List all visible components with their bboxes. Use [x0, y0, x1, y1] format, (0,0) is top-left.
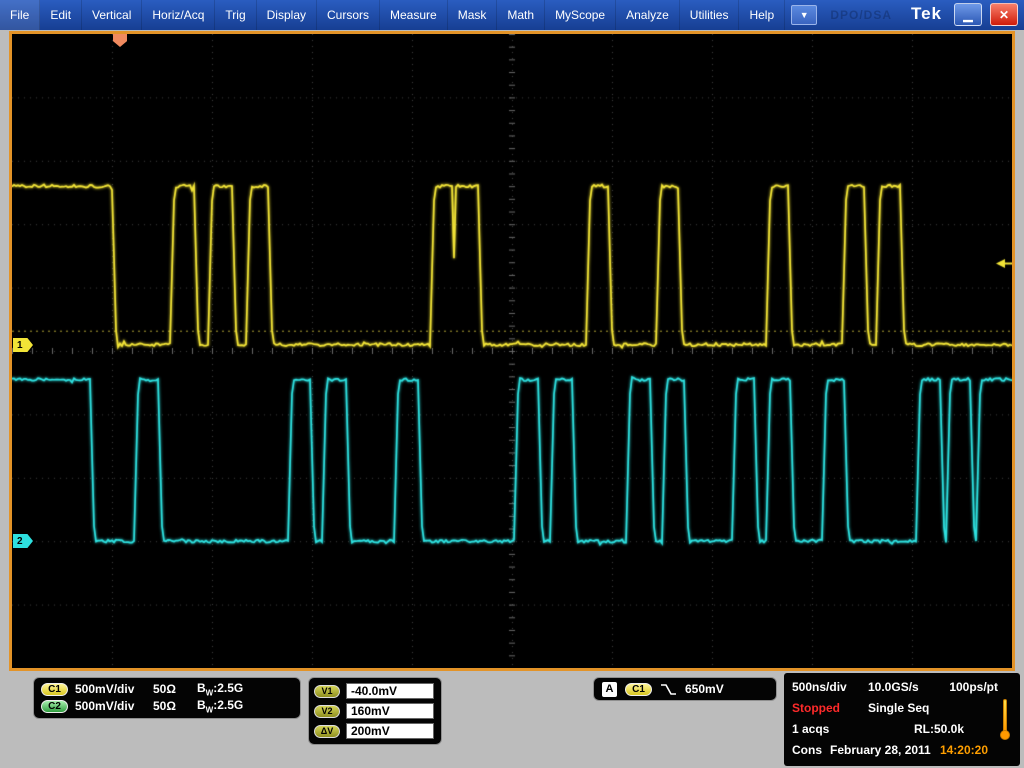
chevron-down-icon: ▼ — [800, 10, 809, 20]
cons-label: Cons — [792, 743, 830, 757]
cursor-v1-row: V1 -40.0mV — [314, 683, 436, 699]
menu-utilities[interactable]: Utilities — [680, 0, 740, 30]
ch1-vertical-readout: C1 500mV/div 50Ω BW:2.5G — [41, 681, 293, 697]
ch1-scale: 500mV/div — [75, 682, 153, 696]
waveform-canvas — [12, 34, 1012, 668]
dv-badge: ΔV — [314, 725, 340, 738]
ch1-bandwidth: BW:2.5G — [197, 681, 243, 697]
v2-badge: V2 — [314, 705, 340, 718]
record-length: RL:50.0k — [914, 722, 964, 736]
acq-count-row: 1 acqs RL:50.0k — [792, 718, 1012, 739]
close-button[interactable]: ✕ — [990, 3, 1018, 26]
ch2-termination: 50Ω — [153, 699, 197, 713]
dv-value: 200mV — [346, 723, 434, 739]
acq-status: Stopped — [792, 701, 868, 715]
menu-myscope[interactable]: MyScope — [545, 0, 616, 30]
timebase-scale: 500ns/div — [792, 680, 868, 694]
falling-edge-icon — [660, 683, 677, 696]
menu-edit[interactable]: Edit — [40, 0, 82, 30]
v1-value: -40.0mV — [346, 683, 434, 699]
menu-measure[interactable]: Measure — [380, 0, 448, 30]
menu-cursors[interactable]: Cursors — [317, 0, 380, 30]
trigger-source-badge: C1 — [625, 683, 652, 696]
ch1-termination: 50Ω — [153, 682, 197, 696]
menu-bar: File Edit Vertical Horiz/Acq Trig Displa… — [0, 0, 1024, 30]
menu-vertical[interactable]: Vertical — [82, 0, 142, 30]
trigger-system-badge: A — [602, 682, 617, 697]
tek-logo: Tek — [911, 4, 942, 24]
readout-area: C1 500mV/div 50Ω BW:2.5G C2 500mV/div 50… — [0, 671, 1024, 768]
minimize-button[interactable]: ▁ — [954, 3, 982, 26]
acq-mode: Single Seq — [868, 701, 929, 715]
ch1-badge: C1 — [41, 683, 68, 696]
trigger-level-value: 650mV — [685, 682, 724, 696]
vertical-readout-box[interactable]: C1 500mV/div 50Ω BW:2.5G C2 500mV/div 50… — [33, 677, 301, 719]
v1-badge: V1 — [314, 685, 340, 698]
sample-resolution: 100ps/pt — [949, 680, 998, 694]
menu-trig[interactable]: Trig — [215, 0, 256, 30]
ch2-vertical-readout: C2 500mV/div 50Ω BW:2.5G — [41, 698, 293, 714]
menu-help[interactable]: Help — [739, 0, 785, 30]
menu-horiz-acq[interactable]: Horiz/Acq — [142, 0, 215, 30]
minimize-icon: ▁ — [963, 8, 972, 22]
clock-row: Cons February 28, 2011 14:20:20 — [792, 739, 1012, 760]
acq-status-row: Stopped Single Seq — [792, 697, 1012, 718]
cursor-v2-row: V2 160mV — [314, 703, 436, 719]
oscilloscope-app: File Edit Vertical Horiz/Acq Trig Displa… — [0, 0, 1024, 768]
ch2-scale: 500mV/div — [75, 699, 153, 713]
trigger-readout-box[interactable]: A C1 650mV — [593, 677, 777, 701]
menu-dropdown-button[interactable]: ▼ — [791, 5, 817, 25]
ch2-bandwidth: BW:2.5G — [197, 698, 243, 714]
acq-count: 1 acqs — [792, 722, 868, 736]
menu-display[interactable]: Display — [257, 0, 317, 30]
sample-rate: 10.0GS/s — [868, 680, 919, 694]
menu-file[interactable]: File — [0, 0, 40, 30]
cursor-readout-box[interactable]: V1 -40.0mV V2 160mV ΔV 200mV — [308, 677, 442, 745]
waveform-display[interactable]: 1 2 — [9, 31, 1015, 671]
menu-mask[interactable]: Mask — [448, 0, 498, 30]
time-text: 14:20:20 — [940, 743, 988, 757]
date-text: February 28, 2011 — [830, 743, 931, 757]
model-watermark: DPO/DSA — [830, 8, 892, 22]
close-icon: ✕ — [999, 8, 1009, 22]
temperature-indicator-icon — [999, 699, 1011, 741]
menu-math[interactable]: Math — [497, 0, 545, 30]
cursor-dv-row: ΔV 200mV — [314, 723, 436, 739]
menu-analyze[interactable]: Analyze — [616, 0, 680, 30]
ch2-badge: C2 — [41, 700, 68, 713]
v2-value: 160mV — [346, 703, 434, 719]
horizontal-acq-panel[interactable]: 500ns/div 10.0GS/s 100ps/pt Stopped Sing… — [784, 673, 1020, 766]
timebase-row: 500ns/div 10.0GS/s 100ps/pt — [792, 676, 1012, 697]
